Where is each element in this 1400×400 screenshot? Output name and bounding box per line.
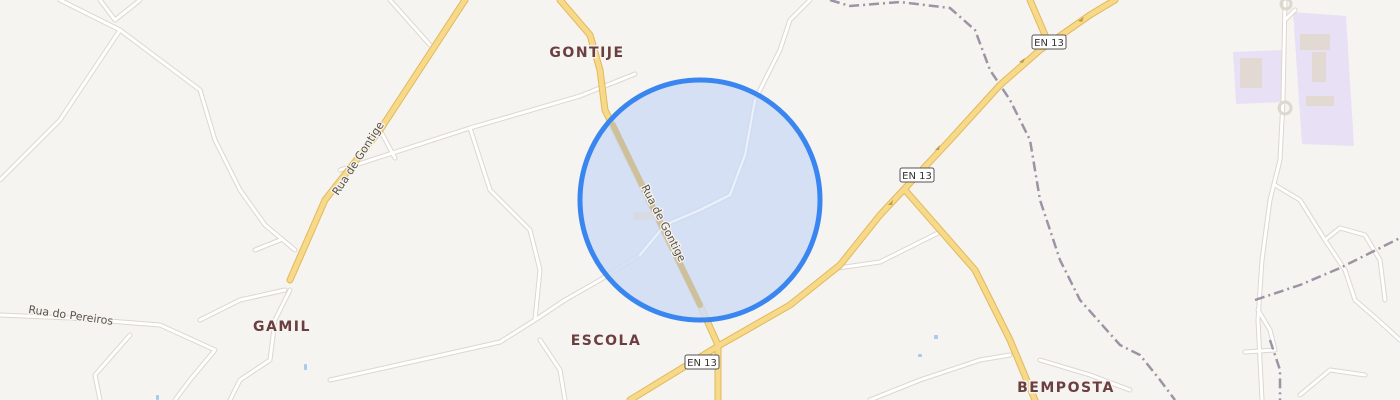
route-shield-middle: EN 13: [899, 167, 935, 183]
place-label-gamil: GAMIL: [253, 319, 311, 335]
place-label-gontije: GONTIJE: [549, 45, 624, 61]
route-shield-bottom-label: EN 13: [687, 358, 717, 369]
map-canvas: Rua de Gontige Rua de Gontige Rua do Per…: [0, 0, 1400, 400]
street-label-rua-do-pereiros: Rua do Pereiros: [28, 303, 115, 328]
campus-area: [1233, 12, 1354, 146]
place-label-bemposta: BEMPOSTA: [1017, 380, 1115, 396]
route-shield-middle-label: EN 13: [902, 171, 932, 182]
route-shield-top: EN 13: [1031, 34, 1067, 50]
route-shield-top-label: EN 13: [1034, 38, 1064, 49]
location-marker[interactable]: [577, 77, 823, 323]
location-accuracy-circle[interactable]: [577, 77, 823, 323]
place-label-escola: ESCOLA: [571, 333, 642, 349]
route-shield-bottom: EN 13: [684, 354, 720, 370]
map-view[interactable]: Rua de Gontige Rua de Gontige Rua do Per…: [0, 0, 1400, 400]
